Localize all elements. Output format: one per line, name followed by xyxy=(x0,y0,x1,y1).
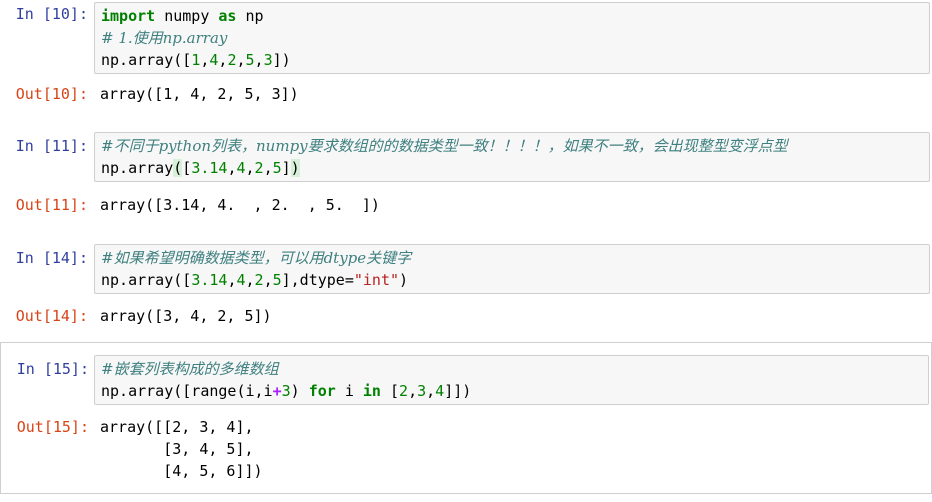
code-text: , xyxy=(236,51,246,69)
matched-bracket: ) xyxy=(290,159,300,177)
code-text: i xyxy=(335,382,363,400)
number: 1 xyxy=(191,51,201,69)
matched-bracket: ( xyxy=(173,159,183,177)
number: 4 xyxy=(435,382,445,400)
code-text: ],dtype= xyxy=(281,271,354,289)
code-text: , xyxy=(263,271,273,289)
input-prompt: In [15]: xyxy=(16,360,89,378)
code-text: , xyxy=(245,159,255,177)
number: 2 xyxy=(399,382,409,400)
code-text: , xyxy=(408,382,418,400)
notebook-cell-11[interactable]: In [11]: #不同于python列表，numpy要求数组的的数据类型一致！… xyxy=(0,125,932,237)
code-text: ]]) xyxy=(444,382,472,400)
output-line: [3, 4, 5], xyxy=(100,440,254,458)
cell-separator xyxy=(0,493,932,494)
code-line: np.array([1,4,2,5,3]) xyxy=(101,49,923,71)
number: 2 xyxy=(254,159,264,177)
operator: + xyxy=(272,382,282,400)
cell-output: array([[2, 3, 4], [3, 4, 5], [4, 5, 6]]) xyxy=(100,416,263,482)
number: 3.14 xyxy=(191,159,228,177)
code-text: [ xyxy=(380,382,400,400)
number: 3.14 xyxy=(191,271,228,289)
code-text: ) xyxy=(399,271,409,289)
notebook-cell-10[interactable]: In [10]: import numpy as np # 1.使用np.arr… xyxy=(0,0,932,114)
code-text: np.array([ xyxy=(101,271,192,289)
code-comment: #不同于python列表，numpy要求数组的的数据类型一致！！！！，如果不一致… xyxy=(101,137,788,155)
output-line: array([3.14, 4. , 2. , 5. ]) xyxy=(100,196,380,214)
output-line: array([[2, 3, 4], xyxy=(100,418,254,436)
number: 4 xyxy=(236,159,246,177)
code-line: # 1.使用np.array xyxy=(101,27,923,49)
code-text: np.array([range(i,i xyxy=(101,382,273,400)
input-prompt: In [10]: xyxy=(15,5,88,23)
keyword: in xyxy=(362,382,381,400)
code-line: #嵌套列表构成的多维数组 xyxy=(101,358,922,380)
number: 3 xyxy=(281,382,291,400)
code-comment: # 1.使用np.array xyxy=(101,29,228,47)
code-line: np.array([range(i,i+3) for i in [2,3,4]]… xyxy=(101,380,922,402)
code-comment: #嵌套列表构成的多维数组 xyxy=(101,360,279,378)
code-input[interactable]: #不同于python列表，numpy要求数组的的数据类型一致！！！！，如果不一致… xyxy=(94,132,930,182)
code-line: np.array([3.14,4,2,5]) xyxy=(101,157,923,179)
code-text: ) xyxy=(290,382,309,400)
number: 5 xyxy=(272,271,282,289)
notebook-cell-15[interactable]: In [15]: #嵌套列表构成的多维数组 np.array([range(i,… xyxy=(0,343,932,493)
code-text: , xyxy=(426,382,436,400)
string-literal: "int" xyxy=(353,271,400,289)
code-text: np.array([ xyxy=(101,51,192,69)
code-text: numpy xyxy=(155,7,219,25)
output-prompt: Out[10]: xyxy=(15,85,88,103)
code-line: np.array([3.14,4,2,5],dtype="int") xyxy=(101,269,923,291)
code-text: [ xyxy=(182,159,192,177)
code-input[interactable]: #如果希望明确数据类型，可以用dtype关键字 np.array([3.14,4… xyxy=(94,244,930,294)
code-text: , xyxy=(254,51,264,69)
output-prompt: Out[11]: xyxy=(15,196,88,214)
cell-output: array([3.14, 4. , 2. , 5. ]) xyxy=(100,194,380,216)
keyword: as xyxy=(218,7,237,25)
code-text: ] xyxy=(281,159,291,177)
keyword: import xyxy=(101,7,156,25)
code-input[interactable]: #嵌套列表构成的多维数组 np.array([range(i,i+3) for … xyxy=(94,355,929,405)
output-line: array([3, 4, 2, 5]) xyxy=(100,307,272,325)
code-text: ]) xyxy=(272,51,291,69)
output-line: array([1, 4, 2, 5, 3]) xyxy=(100,85,299,103)
number: 5 xyxy=(245,51,255,69)
code-line: import numpy as np xyxy=(101,5,923,27)
code-text: np.array xyxy=(101,159,174,177)
code-text: np xyxy=(236,7,264,25)
number: 2 xyxy=(254,271,264,289)
output-prompt: Out[14]: xyxy=(15,307,88,325)
output-prompt: Out[15]: xyxy=(16,418,89,436)
cell-output: array([3, 4, 2, 5]) xyxy=(100,305,272,327)
number: 4 xyxy=(236,271,246,289)
code-text: , xyxy=(263,159,273,177)
code-text: , xyxy=(245,271,255,289)
keyword: for xyxy=(308,382,336,400)
code-comment: #如果希望明确数据类型，可以用dtype关键字 xyxy=(101,249,412,267)
number: 5 xyxy=(272,159,282,177)
number: 3 xyxy=(263,51,273,69)
code-input[interactable]: import numpy as np # 1.使用np.array np.arr… xyxy=(94,2,930,74)
number: 3 xyxy=(417,382,427,400)
input-prompt: In [14]: xyxy=(15,249,88,267)
notebook-cell-14[interactable]: In [14]: #如果希望明确数据类型，可以用dtype关键字 np.arra… xyxy=(0,237,932,341)
cell-output: array([1, 4, 2, 5, 3]) xyxy=(100,83,299,105)
code-line: #不同于python列表，numpy要求数组的的数据类型一致！！！！，如果不一致… xyxy=(101,135,923,157)
output-line: [4, 5, 6]]) xyxy=(100,462,263,480)
input-prompt: In [11]: xyxy=(15,137,88,155)
code-line: #如果希望明确数据类型，可以用dtype关键字 xyxy=(101,247,923,269)
